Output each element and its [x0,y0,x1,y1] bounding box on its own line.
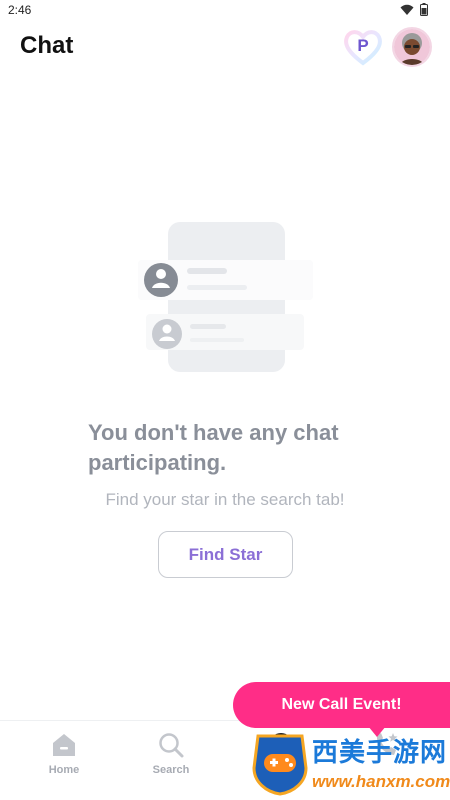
status-bar: 2:46 [0,0,450,22]
empty-state-title: You don't have any chat participating. [88,420,339,475]
home-icon [53,734,75,756]
avatar-image [394,29,430,65]
find-star-button[interactable]: Find Star [158,531,293,578]
page-title: Chat [20,32,74,59]
search-icon [159,733,184,758]
status-time: 2:46 [8,3,32,17]
watermark-text: 西美手游网 [312,737,448,767]
wifi-icon [400,4,414,15]
profile-avatar[interactable] [392,27,432,67]
gamepad-logo-icon [252,734,308,796]
new-call-event-banner[interactable]: New Call Event! [233,682,450,728]
premium-badge-button[interactable]: P [342,27,384,67]
nav-item-home[interactable]: Home [29,731,99,776]
empty-state-subtitle: Find your star in the search tab! [105,490,345,509]
battery-icon [420,3,428,16]
nav-label-search: Search [152,764,190,776]
nav-label-home: Home [48,764,80,776]
watermark-url: www.hanxm.com [312,772,450,791]
nav-item-search[interactable]: Search [136,731,206,776]
status-icons [400,3,428,16]
watermark: 西美手游网 www.hanxm.com [250,728,450,800]
premium-badge-letter: P [357,36,369,55]
empty-chat-illustration [138,222,313,372]
